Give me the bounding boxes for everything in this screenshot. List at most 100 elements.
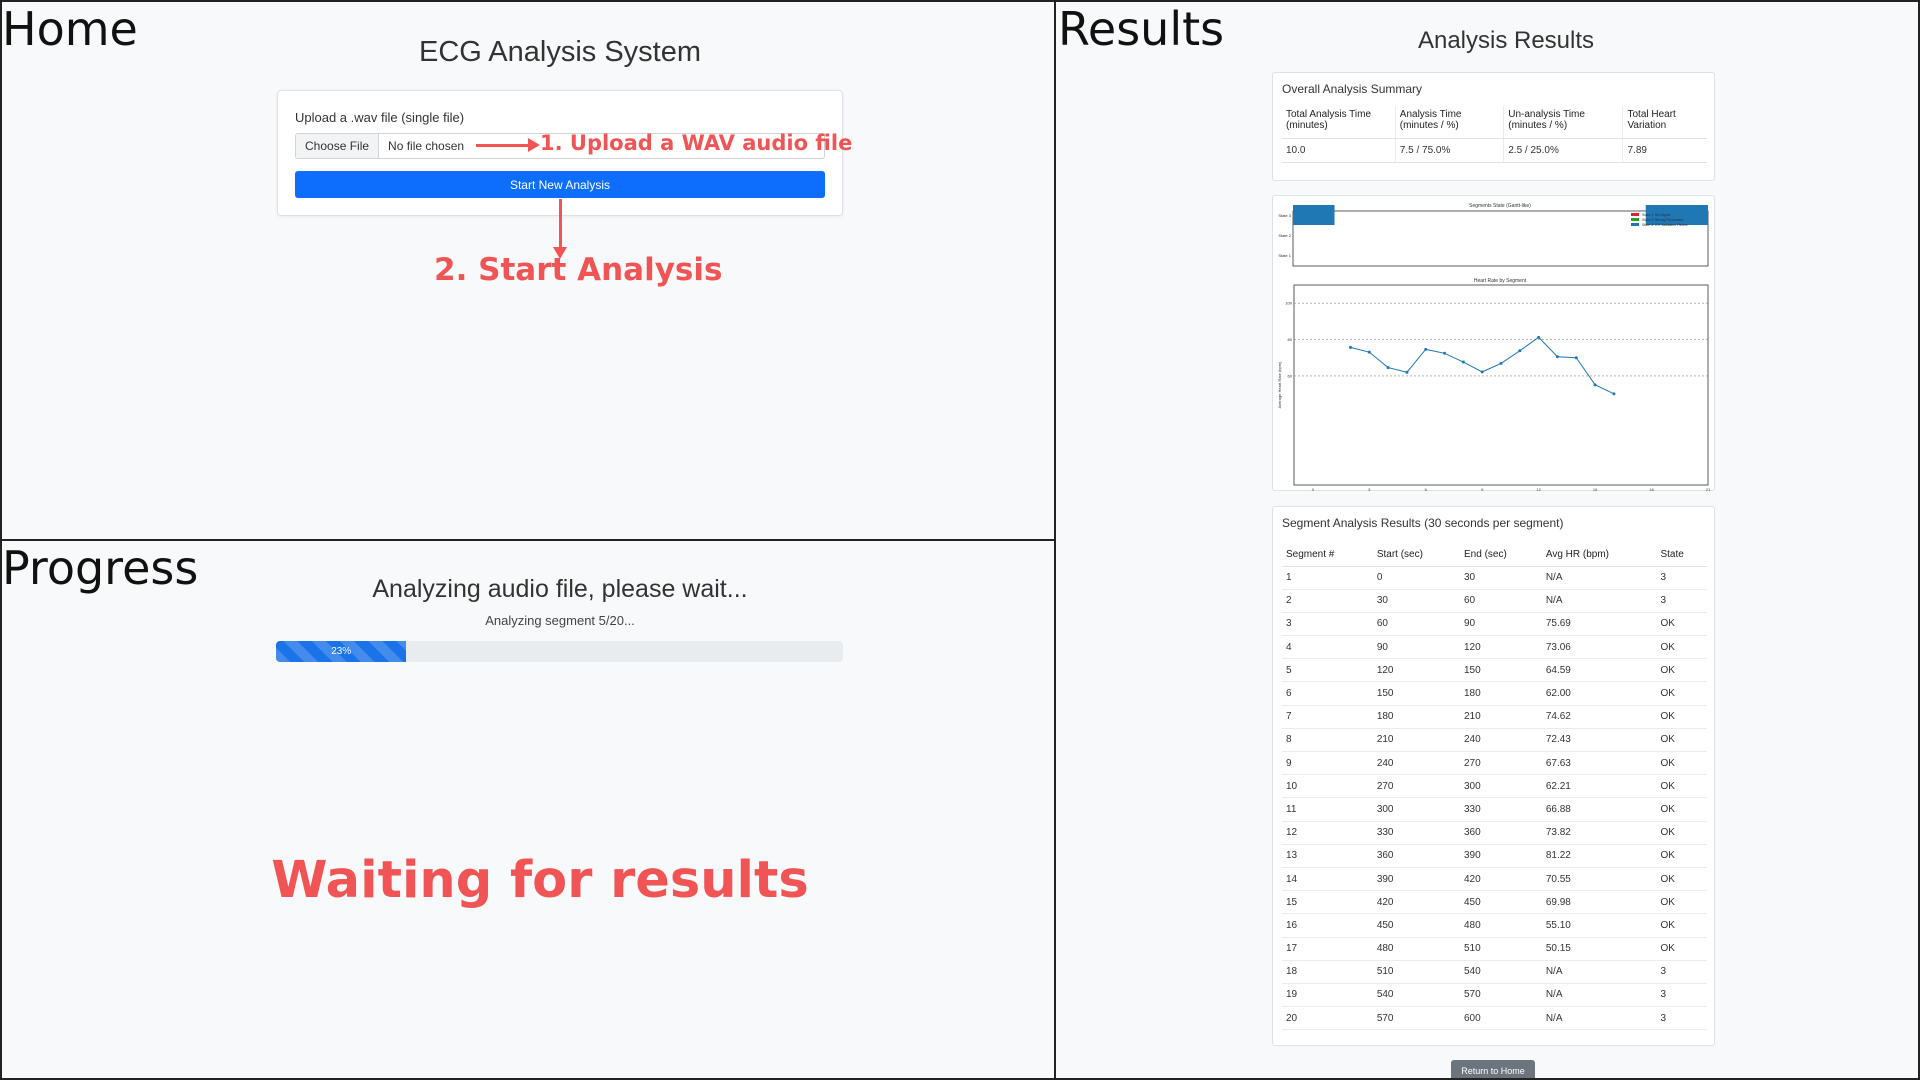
gantt-title: Segments State (Gantt-like) <box>1469 203 1531 209</box>
table-cell: 55.10 <box>1541 913 1657 938</box>
table-cell: 420 <box>1372 890 1460 915</box>
hr-x-tick: 9 <box>1481 487 1484 492</box>
charts-svg: Segments State (Gantt-like) State 1 State … <box>1277 203 1711 492</box>
table-cell: 150 <box>1372 681 1460 706</box>
hr-data-point <box>1574 356 1578 360</box>
table-cell: OK <box>1656 751 1707 776</box>
table-cell: OK <box>1656 821 1707 845</box>
table-row: 4 90 120 73.06 OK <box>1282 635 1707 660</box>
segments-card: Segment Analysis Results (30 seconds per… <box>1272 506 1715 1046</box>
table-cell: 270 <box>1372 774 1460 799</box>
table-cell: 5 <box>1282 658 1373 683</box>
gantt-legend-swatch <box>1631 223 1639 226</box>
hr-data-point <box>1518 349 1522 353</box>
table-cell: 360 <box>1372 844 1460 868</box>
table-cell: OK <box>1656 937 1707 961</box>
home-panel: Home ECG Analysis System Upload a .wav f… <box>0 0 1056 541</box>
table-cell: 62.21 <box>1541 774 1657 799</box>
table-cell: 390 <box>1460 844 1542 868</box>
table-cell: OK <box>1656 612 1707 637</box>
table-cell: 10 <box>1282 774 1373 799</box>
table-cell: 17 <box>1282 937 1373 961</box>
hr-data-point <box>1443 351 1447 355</box>
table-cell: 360 <box>1460 821 1542 845</box>
table-cell: 480 <box>1460 913 1542 938</box>
waiting-message: Waiting for results <box>271 851 809 910</box>
progress-title: Analyzing audio file, please wait... <box>372 575 748 603</box>
table-cell: 3 <box>1656 960 1707 984</box>
summary-value: 7.89 <box>1622 138 1707 163</box>
segment-header: Avg HR (bpm) <box>1541 543 1657 567</box>
table-cell: 390 <box>1372 867 1460 892</box>
hr-y-tick: 100 <box>1285 301 1292 306</box>
hr-x-tick: 6 <box>1425 487 1428 492</box>
segments-title: Segment Analysis Results (30 seconds per… <box>1282 516 1564 530</box>
summary-header: Total Heart Variation <box>1622 106 1707 139</box>
summary-header: Un-analysis Time (minutes / %) <box>1503 106 1623 139</box>
segment-header: State <box>1656 543 1707 567</box>
hr-data-point <box>1612 392 1616 396</box>
table-cell: 570 <box>1460 983 1542 1008</box>
table-row: 2 30 60 N/A 3 <box>1282 589 1707 613</box>
table-cell: OK <box>1656 890 1707 915</box>
table-cell: 69.98 <box>1541 890 1657 915</box>
table-cell: N/A <box>1541 589 1657 613</box>
start-analysis-button[interactable]: Start New Analysis <box>295 171 825 198</box>
gantt-legend-label: State 3: RR Validation Failure <box>1642 223 1688 227</box>
gantt-y-tick: State 1 <box>1278 253 1291 258</box>
table-cell: 6 <box>1282 681 1373 706</box>
table-cell: 67.63 <box>1541 751 1657 776</box>
gantt-y-tick: State 2 <box>1278 233 1291 238</box>
progress-subtitle: Analyzing segment 5/20... <box>485 613 635 628</box>
hr-chart-frame <box>1293 284 1709 486</box>
table-cell: 11 <box>1282 797 1373 822</box>
table-row: 12 330 360 73.82 OK <box>1282 821 1707 845</box>
results-title: Analysis Results <box>1417 27 1595 54</box>
table-cell: 14 <box>1282 867 1373 892</box>
summary-card: Overall Analysis Summary Total Analysis … <box>1272 72 1715 181</box>
arrow-right-icon <box>476 138 540 152</box>
hr-data-point <box>1499 361 1503 365</box>
table-row: 13 360 390 81.22 OK <box>1282 844 1707 868</box>
progress-bar: 23% <box>276 641 843 662</box>
table-cell: 9 <box>1282 751 1373 776</box>
summary-table: Total Analysis Time (minutes) Analysis Ti… <box>1282 106 1707 163</box>
table-cell: 74.62 <box>1541 705 1657 729</box>
table-cell: 60 <box>1372 612 1460 637</box>
table-cell: 60 <box>1460 589 1542 613</box>
gantt-y-tick: State 3 <box>1278 213 1291 218</box>
table-row: 7 180 210 74.62 OK <box>1282 705 1707 729</box>
table-cell: 30 <box>1460 566 1542 590</box>
table-cell: 330 <box>1460 797 1542 822</box>
summary-header: Total Analysis Time (minutes) <box>1282 106 1396 139</box>
hr-data-point <box>1367 350 1371 354</box>
hr-x-tick: 18 <box>1649 487 1654 492</box>
table-row: 3 60 90 75.69 OK <box>1282 612 1707 637</box>
table-cell: 420 <box>1460 867 1542 892</box>
table-cell: N/A <box>1541 960 1657 984</box>
table-cell: 62.00 <box>1541 681 1657 706</box>
table-cell: OK <box>1656 797 1707 822</box>
choose-file-button[interactable]: Choose File <box>296 134 380 158</box>
hr-data-point <box>1424 347 1428 351</box>
table-cell: 450 <box>1460 890 1542 915</box>
table-cell: OK <box>1656 913 1707 938</box>
table-cell: 3 <box>1656 566 1707 590</box>
results-panel: Results Analysis Results Overall Analysi… <box>1054 0 1920 1080</box>
table-cell: 120 <box>1460 635 1542 660</box>
hr-x-tick: 21 <box>1706 487 1711 492</box>
hr-x-tick: 12 <box>1536 487 1541 492</box>
table-cell: 18 <box>1282 960 1373 984</box>
return-home-button[interactable]: Return to Home <box>1451 1060 1535 1078</box>
table-cell: 2 <box>1282 589 1373 613</box>
table-cell: 540 <box>1460 960 1542 984</box>
summary-value: 7.5 / 75.0% <box>1394 138 1504 163</box>
table-cell: 19 <box>1282 983 1373 1008</box>
table-cell: 600 <box>1460 1006 1542 1031</box>
gantt-legend-swatch <box>1631 213 1639 216</box>
hr-y-tick: 60 <box>1288 373 1293 378</box>
segment-header: Segment # <box>1282 543 1373 567</box>
table-cell: N/A <box>1541 566 1657 590</box>
table-cell: OK <box>1656 774 1707 799</box>
file-status: No file chosen <box>388 139 465 153</box>
